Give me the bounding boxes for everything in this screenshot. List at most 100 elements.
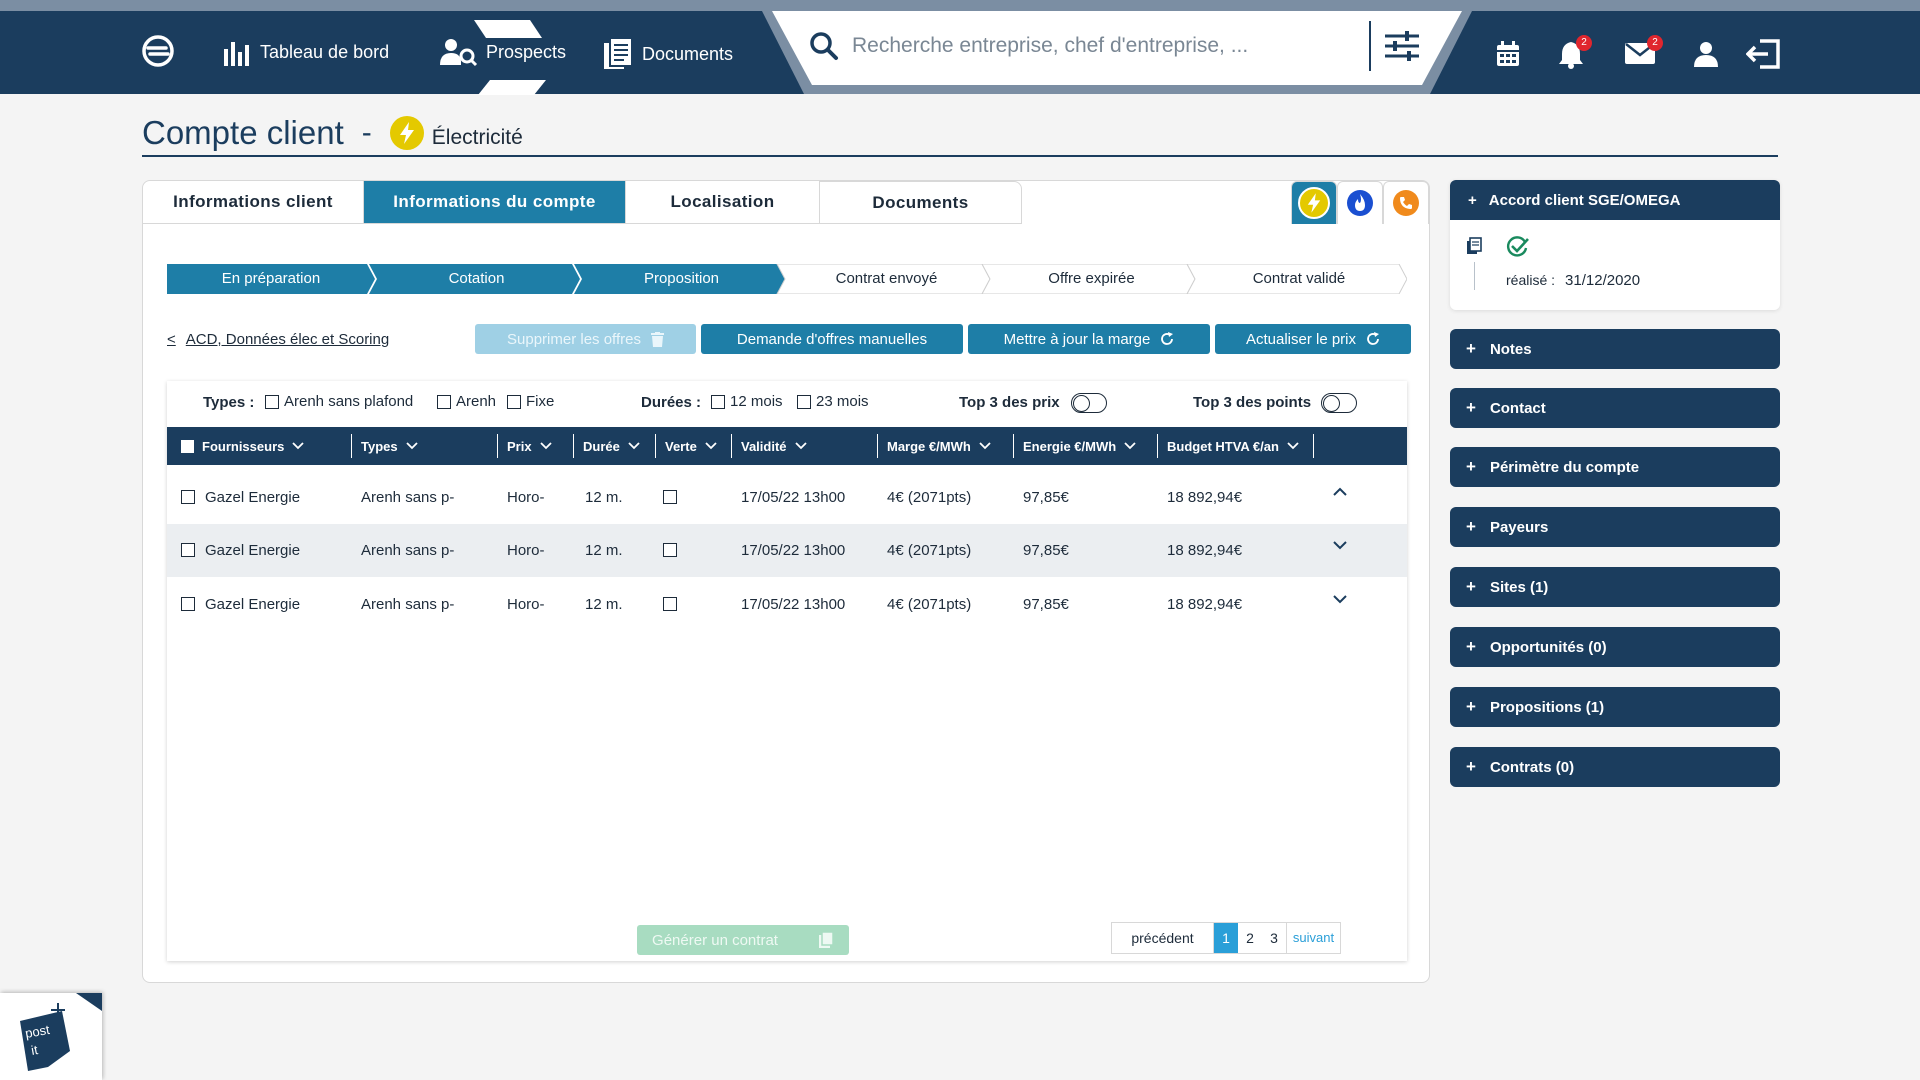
step-contrat-envoye[interactable]: Contrat envoyé <box>783 264 990 294</box>
nav-documents[interactable]: Documents <box>602 37 733 71</box>
documents-icon <box>604 37 633 69</box>
pagination-previous[interactable]: précédent <box>1112 923 1214 953</box>
table-row[interactable]: Gazel Energie Arenh sans p- Horo- 12 m. … <box>167 471 1407 524</box>
col-separator <box>1013 434 1014 458</box>
sidebar-perimetre[interactable]: + Périmètre du compte <box>1450 447 1780 487</box>
step-proposition[interactable]: Proposition <box>578 264 785 294</box>
pagination-page-3[interactable]: 3 <box>1262 923 1286 953</box>
trash-icon <box>650 331 664 347</box>
document-icon[interactable] <box>1466 237 1482 255</box>
profile-button[interactable] <box>1693 41 1719 72</box>
refresh-price-button[interactable]: Actualiser le prix <box>1215 324 1411 354</box>
back-link[interactable]: < ACD, Données élec et Scoring <box>167 331 389 348</box>
top-prix-toggle[interactable] <box>1071 393 1107 413</box>
pagination-next[interactable]: suivant <box>1286 923 1340 953</box>
sidebar-notes[interactable]: + Notes <box>1450 329 1780 369</box>
messages-button[interactable]: 2 <box>1625 35 1663 70</box>
accord-client-header[interactable]: + Accord client SGE/OMEGA <box>1450 180 1780 220</box>
col-duree[interactable]: Durée <box>583 427 640 465</box>
checkbox[interactable] <box>437 394 451 409</box>
col-prix[interactable]: Prix <box>507 427 552 465</box>
plus-icon: + <box>1466 637 1476 656</box>
pagination-page-2[interactable]: 2 <box>1238 923 1262 953</box>
checkbox[interactable] <box>711 394 725 409</box>
filter-arenh[interactable]: Arenh <box>437 393 496 410</box>
col-types[interactable]: Types <box>361 427 418 465</box>
filter-arenh-sans-plafond[interactable]: Arenh sans plafond <box>265 393 413 410</box>
col-validite[interactable]: Validité <box>741 427 807 465</box>
tab-documents[interactable]: Documents <box>820 181 1022 224</box>
filter-sliders-icon[interactable] <box>1385 31 1419 61</box>
col-marge[interactable]: Marge €/MWh <box>887 427 991 465</box>
filter-23-mois-label: 23 mois <box>816 393 869 410</box>
filter-23-mois[interactable]: 23 mois <box>797 393 869 410</box>
page-title-text: Compte client <box>142 114 344 151</box>
filter-12-mois[interactable]: 12 mois <box>711 393 783 410</box>
row-checkbox[interactable] <box>181 490 195 504</box>
tab-informations-compte[interactable]: Informations du compte <box>364 181 626 224</box>
post-it-button[interactable]: post it <box>0 993 102 1080</box>
cell-verte-checkbox[interactable] <box>663 490 677 504</box>
cell-verte-checkbox[interactable] <box>663 597 677 611</box>
types-filter-label: Types : <box>203 394 255 411</box>
pagination: précédent 1 2 3 suivant <box>1111 922 1341 954</box>
step-contrat-valide[interactable]: Contrat validé <box>1193 264 1405 294</box>
manual-offers-button[interactable]: Demande d'offres manuelles <box>701 324 963 354</box>
sidebar-sites[interactable]: + Sites (1) <box>1450 567 1780 607</box>
sidebar-propositions[interactable]: + Propositions (1) <box>1450 687 1780 727</box>
filter-fixe-label: Fixe <box>526 393 555 410</box>
delete-offers-button[interactable]: Supprimer les offres <box>475 324 696 354</box>
calendar-icon <box>1497 41 1519 66</box>
search-input[interactable] <box>852 29 1322 63</box>
col-budget[interactable]: Budget HTVA €/an <box>1167 427 1299 465</box>
notifications-button[interactable]: 2 <box>1558 35 1592 74</box>
step-en-preparation[interactable]: En préparation <box>167 264 375 294</box>
app-logo[interactable] <box>140 33 176 69</box>
col-verte[interactable]: Verte <box>665 427 717 465</box>
col-separator <box>731 434 732 458</box>
checkbox[interactable] <box>265 394 279 409</box>
table-row[interactable]: Gazel Energie Arenh sans p- Horo- 12 m. … <box>167 578 1407 631</box>
chevron-up-icon[interactable] <box>1333 487 1347 497</box>
pagination-page-1[interactable]: 1 <box>1214 923 1238 953</box>
calendar-button[interactable] <box>1496 41 1520 72</box>
checkbox[interactable] <box>507 394 521 409</box>
checkbox[interactable] <box>797 394 811 409</box>
energy-tab-phone[interactable] <box>1383 181 1429 224</box>
chevron-down-icon <box>1124 442 1136 450</box>
energy-tab-gas[interactable] <box>1337 181 1383 224</box>
back-link-label: ACD, Données élec et Scoring <box>185 331 390 348</box>
step-offre-expiree[interactable]: Offre expirée <box>988 264 1195 294</box>
generate-contract-button[interactable]: Générer un contrat <box>637 925 849 955</box>
energy-tab-electricity[interactable] <box>1291 181 1337 224</box>
row-checkbox[interactable] <box>181 597 195 611</box>
row-checkbox[interactable] <box>181 543 195 557</box>
step-cotation[interactable]: Cotation <box>373 264 580 294</box>
cell-verte-checkbox[interactable] <box>663 543 677 557</box>
chevron-down-icon[interactable] <box>1333 594 1347 604</box>
title-separator: - <box>361 116 372 149</box>
cell-energie: 97,85€ <box>1023 596 1069 613</box>
search-icon[interactable] <box>809 31 839 61</box>
update-margin-button[interactable]: Mettre à jour la marge <box>968 324 1210 354</box>
filter-fixe[interactable]: Fixe <box>507 393 554 410</box>
col-marge-label: Marge €/MWh <box>887 438 971 454</box>
tab-informations-client[interactable]: Informations client <box>143 181 364 224</box>
tab-localisation[interactable]: Localisation <box>626 181 820 224</box>
top-points-toggle[interactable] <box>1321 393 1357 413</box>
sidebar-opportunites[interactable]: + Opportunités (0) <box>1450 627 1780 667</box>
account-tabs: Informations client Informations du comp… <box>143 181 1022 224</box>
sidebar-payeurs[interactable]: + Payeurs <box>1450 507 1780 547</box>
check-circle-icon <box>1506 236 1529 257</box>
col-energie[interactable]: Energie €/MWh <box>1023 427 1136 465</box>
select-all-checkbox[interactable] <box>181 439 194 453</box>
nav-prospects[interactable]: Prospects <box>440 37 566 67</box>
bar-chart-icon <box>224 42 249 66</box>
sidebar-contact[interactable]: + Contact <box>1450 388 1780 428</box>
logout-button[interactable] <box>1745 39 1780 74</box>
sidebar-contrats[interactable]: + Contrats (0) <box>1450 747 1780 787</box>
table-row[interactable]: Gazel Energie Arenh sans p- Horo- 12 m. … <box>167 524 1407 577</box>
col-fournisseurs[interactable]: Fournisseurs <box>181 427 304 465</box>
chevron-down-icon[interactable] <box>1333 540 1347 550</box>
nav-dashboard[interactable]: Tableau de bord <box>222 37 389 67</box>
